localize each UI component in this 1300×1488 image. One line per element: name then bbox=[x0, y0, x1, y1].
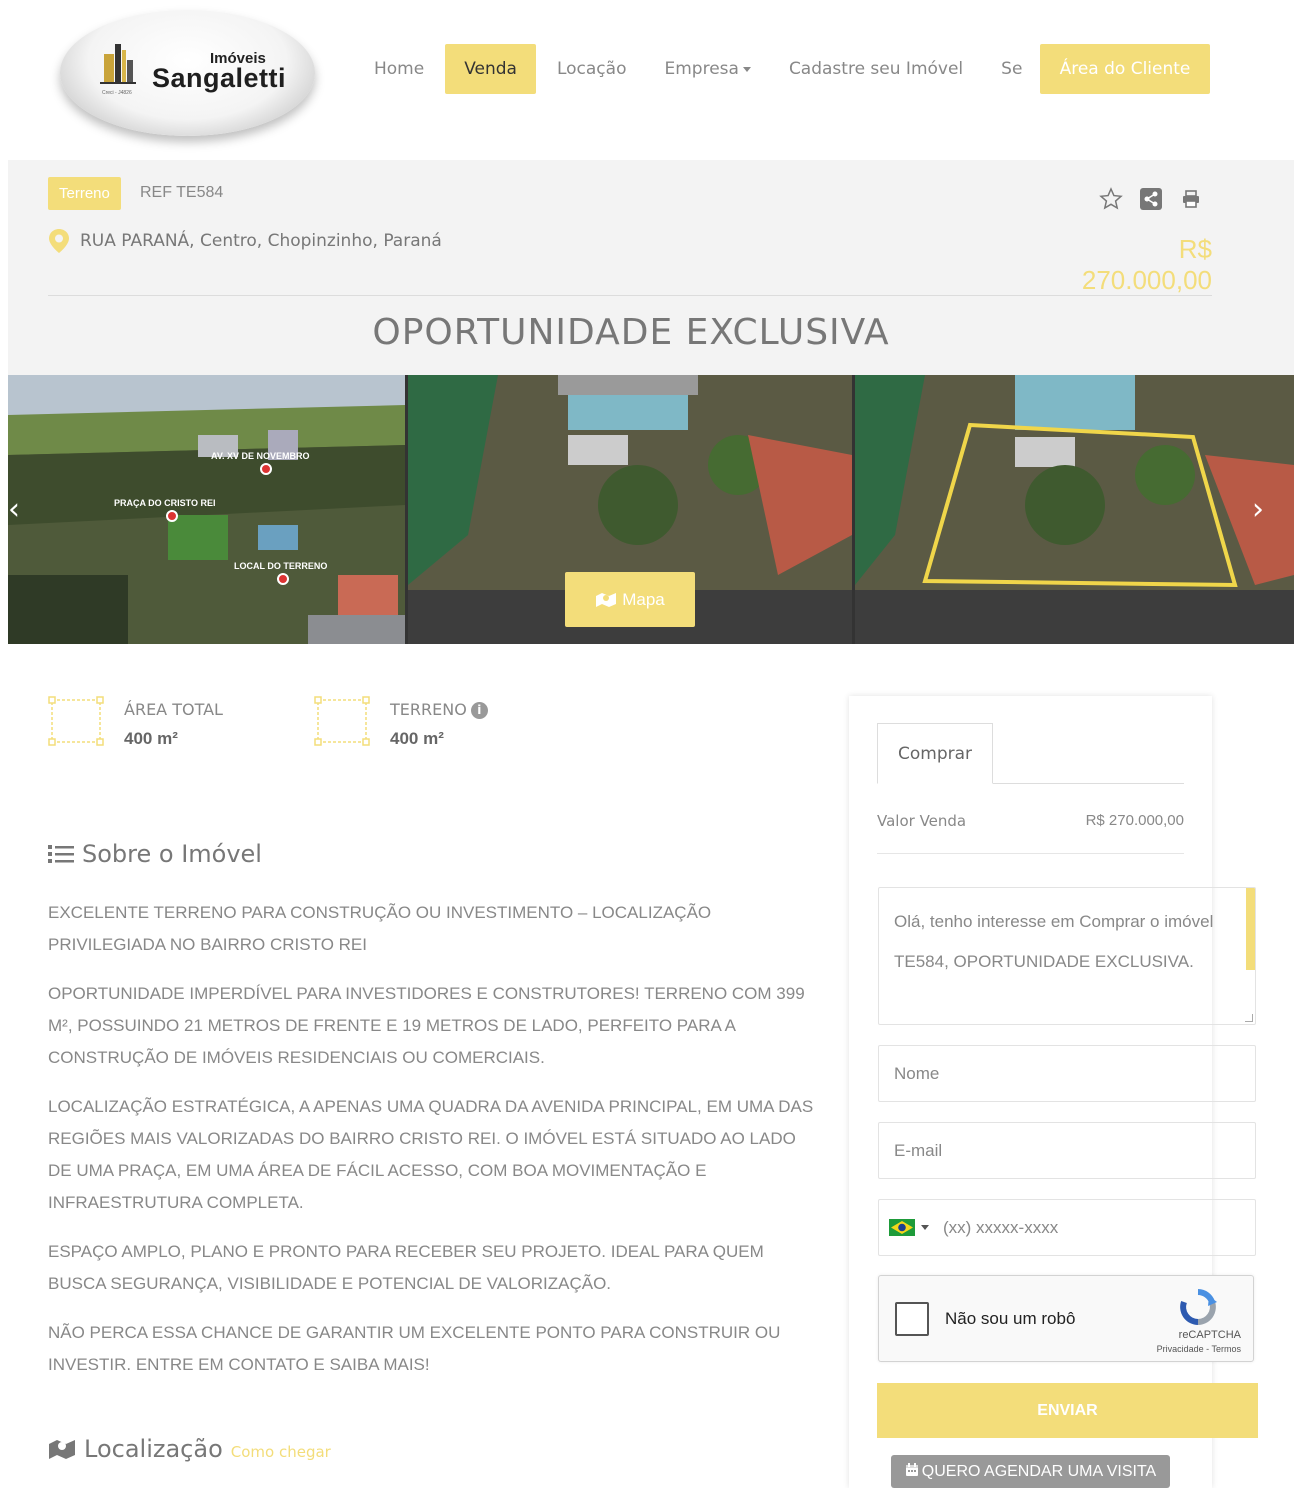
area-icon bbox=[314, 696, 370, 746]
feature-value: 400 m² bbox=[124, 729, 178, 748]
client-area-button[interactable]: Área do Cliente bbox=[1040, 44, 1210, 94]
nav-empresa[interactable]: Empresa bbox=[645, 44, 769, 94]
feature-total-area: ÁREA TOTAL 400 m² bbox=[48, 696, 223, 749]
logo-creci: Creci - J4826 bbox=[102, 90, 132, 96]
name-field[interactable]: Nome bbox=[878, 1045, 1256, 1102]
gallery-photo-aerial-labels[interactable]: AV. XV DE NOVEMBRO PRAÇA DO CRISTO REI L… bbox=[8, 375, 405, 644]
recaptcha-checkbox[interactable] bbox=[895, 1302, 929, 1336]
aerial-photo-image bbox=[8, 375, 405, 644]
nav-home[interactable]: Home bbox=[355, 44, 443, 94]
feature-label: TERRENO bbox=[390, 700, 467, 719]
tab-comprar[interactable]: Comprar bbox=[877, 723, 993, 784]
address-text: RUA PARANÁ, Centro, Chopinzinho, Paraná bbox=[80, 231, 442, 251]
email-field[interactable]: E-mail bbox=[878, 1122, 1256, 1179]
property-title: OPORTUNIDADE EXCLUSIVA bbox=[372, 312, 890, 353]
photo-label-praca: PRAÇA DO CRISTO REI bbox=[114, 498, 216, 508]
feature-label-row: TERRENO i bbox=[390, 700, 488, 719]
divider bbox=[48, 295, 1212, 296]
about-description: EXCELENTE TERRENO PARA CONSTRUÇÃO OU INV… bbox=[48, 897, 818, 1398]
about-paragraph: OPORTUNIDADE IMPERDÍVEL PARA INVESTIDORE… bbox=[48, 984, 805, 1067]
nav-empresa-label: Empresa bbox=[664, 59, 739, 79]
photo-gallery[interactable]: AV. XV DE NOVEMBRO PRAÇA DO CRISTO REI L… bbox=[8, 375, 1294, 644]
feature-value: 400 m² bbox=[390, 729, 444, 748]
about-paragraph: EXCELENTE TERRENO PARA CONSTRUÇÃO OU INV… bbox=[48, 903, 712, 954]
lot-outlined-photo-image bbox=[855, 375, 1294, 644]
building-logo-icon bbox=[100, 44, 136, 84]
message-text: Olá, tenho interesse em Comprar o imóvel… bbox=[894, 912, 1214, 971]
recaptcha-logo-icon bbox=[1180, 1289, 1217, 1325]
type-badge: Terreno bbox=[48, 177, 121, 210]
calendar-icon bbox=[905, 1463, 918, 1476]
map-icon bbox=[49, 1440, 75, 1459]
feature-lot-area: TERRENO i 400 m² bbox=[314, 696, 488, 749]
phone-placeholder: (xx) xxxxx-xxxx bbox=[943, 1218, 1059, 1237]
print-icon[interactable] bbox=[1178, 186, 1204, 212]
logo-line-2: Sangaletti bbox=[152, 63, 287, 93]
property-address: RUA PARANÁ, Centro, Chopinzinho, Paraná bbox=[48, 228, 442, 254]
property-header: Terreno REF TE584 RUA PARANÁ, Centro, Ch… bbox=[8, 160, 1294, 375]
map-pin-icon bbox=[49, 229, 69, 253]
schedule-visit-button[interactable]: QUERO AGENDAR UMA VISITA bbox=[891, 1455, 1170, 1488]
map-pin-icon bbox=[260, 463, 272, 475]
schedule-visit-label: QUERO AGENDAR UMA VISITA bbox=[921, 1463, 1157, 1480]
sale-value-label: Valor Venda bbox=[877, 812, 967, 830]
recaptcha-terms[interactable]: Privacidade - Termos bbox=[1119, 1344, 1241, 1354]
recaptcha-label: Não sou um robô bbox=[945, 1309, 1076, 1328]
phone-field[interactable]: (xx) xxxxx-xxxx bbox=[878, 1199, 1256, 1256]
area-icon bbox=[48, 696, 104, 746]
about-title: Sobre o Imóvel bbox=[82, 840, 262, 868]
directions-link[interactable]: Como chegar bbox=[231, 1443, 331, 1461]
chevron-down-icon[interactable] bbox=[921, 1225, 929, 1230]
sale-value-row: Valor Venda R$ 270.000,00 bbox=[877, 812, 1184, 830]
recaptcha-brand: reCAPTCHA bbox=[1178, 1329, 1241, 1341]
location-heading: Localização Como chegar bbox=[48, 1435, 331, 1463]
nav-locacao[interactable]: Locação bbox=[538, 44, 646, 94]
favorite-star-icon[interactable] bbox=[1098, 186, 1124, 212]
map-pin-icon bbox=[166, 510, 178, 522]
resize-grip-icon[interactable] bbox=[1245, 1014, 1253, 1022]
message-textarea[interactable]: Olá, tenho interesse em Comprar o imóvel… bbox=[878, 887, 1256, 1025]
main-nav: Home Venda Locação Empresa Cadastre seu … bbox=[355, 44, 1022, 94]
brazil-flag-icon[interactable] bbox=[889, 1219, 915, 1236]
property-price: R$ 270.000,00 bbox=[1081, 234, 1212, 295]
property-ref: REF TE584 bbox=[140, 184, 224, 201]
photo-label-local: LOCAL DO TERRENO bbox=[234, 561, 328, 571]
nav-cadastre[interactable]: Cadastre seu Imóvel bbox=[770, 44, 982, 94]
property-actions bbox=[1098, 186, 1204, 212]
nav-venda[interactable]: Venda bbox=[445, 44, 536, 94]
about-paragraph: ESPAÇO AMPLO, PLANO E PRONTO PARA RECEBE… bbox=[48, 1242, 764, 1293]
map-icon bbox=[596, 592, 617, 607]
recaptcha-widget: Não sou um robô reCAPTCHA Privacidade - … bbox=[878, 1275, 1254, 1362]
about-paragraph: NÃO PERCA ESSA CHANCE DE GARANTIR UM EXC… bbox=[48, 1323, 781, 1374]
nav-truncated[interactable]: Se bbox=[982, 44, 1022, 94]
chevron-down-icon bbox=[742, 66, 751, 72]
divider bbox=[877, 853, 1184, 854]
gallery-photo-lot-outlined[interactable] bbox=[855, 375, 1294, 644]
send-button[interactable]: ENVIAR bbox=[877, 1383, 1258, 1438]
share-icon[interactable] bbox=[1138, 186, 1164, 212]
location-title: Localização bbox=[84, 1435, 223, 1463]
feature-label: ÁREA TOTAL bbox=[124, 700, 223, 719]
about-heading: Sobre o Imóvel bbox=[48, 840, 262, 868]
about-paragraph: LOCALIZAÇÃO ESTRATÉGICA, A APENAS UMA QU… bbox=[48, 1097, 814, 1212]
gallery-next-icon[interactable]: › bbox=[1246, 495, 1270, 525]
logo[interactable]: Imóveis Sangaletti Creci - J4826 bbox=[60, 10, 315, 136]
info-icon[interactable]: i bbox=[470, 702, 488, 719]
sale-value: R$ 270.000,00 bbox=[1085, 812, 1184, 829]
map-pin-icon bbox=[277, 573, 289, 585]
map-button-label: Mapa bbox=[622, 589, 665, 609]
list-icon bbox=[48, 845, 74, 863]
site-header: Imóveis Sangaletti Creci - J4826 Home Ve… bbox=[0, 0, 1300, 160]
gallery-prev-icon[interactable]: ‹ bbox=[8, 495, 26, 525]
scrollbar[interactable] bbox=[1246, 888, 1255, 970]
photo-label-avenida: AV. XV DE NOVEMBRO bbox=[211, 451, 310, 461]
map-button[interactable]: Mapa bbox=[565, 572, 695, 627]
